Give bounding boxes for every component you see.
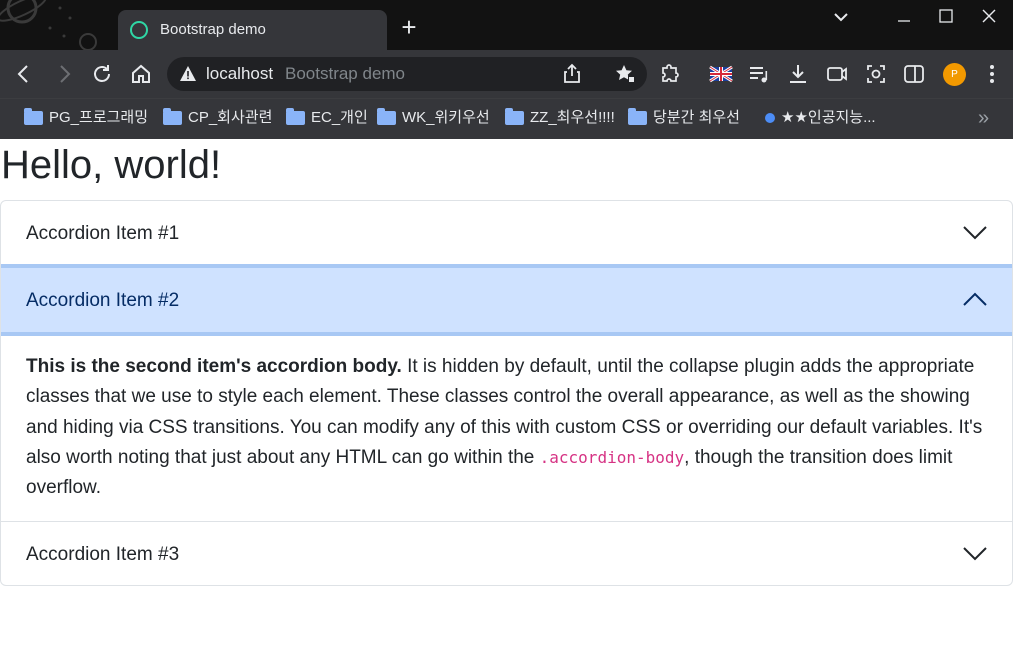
chevron-down-icon: [963, 226, 987, 240]
bookmark-folder-zz[interactable]: ZZ_최우선!!!!: [505, 108, 615, 128]
folder-icon: [286, 108, 305, 125]
minimize-icon[interactable]: [889, 4, 919, 30]
profile-avatar[interactable]: P: [943, 63, 966, 86]
more-menu-icon[interactable]: [980, 62, 1004, 86]
back-arrow-icon[interactable]: [12, 62, 36, 86]
bookmark-folder-priority[interactable]: 당분간 최우선: [628, 108, 740, 128]
site-favicon-icon: [765, 113, 775, 123]
tab-strip: Bootstrap demo +: [0, 0, 1013, 50]
bookmark-label: 당분간 최우선: [653, 109, 740, 126]
cast-media-icon[interactable]: [825, 62, 849, 86]
accordion-item-3-title: Accordion Item #3: [26, 544, 180, 566]
forward-arrow-icon[interactable]: [52, 62, 76, 86]
folder-icon: [505, 108, 524, 125]
chevron-up-icon: [963, 292, 987, 306]
media-playlist-icon[interactable]: [747, 62, 771, 86]
bookmark-link-ai[interactable]: ★★인공지능...: [765, 108, 876, 128]
planet-decoration-icon: [0, 0, 97, 50]
browser-chrome: Bootstrap demo + localhost Bootstrap dem…: [0, 0, 1013, 139]
bookmark-folder-wk[interactable]: WK_위키우선: [377, 108, 490, 128]
extensions-puzzle-icon[interactable]: [659, 62, 683, 86]
bookmark-label: ★★인공지능...: [781, 109, 876, 126]
accordion-item-1-header[interactable]: Accordion Item #1: [1, 201, 1012, 264]
accordion-item-2-header[interactable]: Accordion Item #2: [1, 264, 1012, 336]
folder-icon: [163, 108, 182, 125]
download-icon[interactable]: [786, 62, 810, 86]
accordion-item-2-title: Accordion Item #2: [26, 290, 180, 311]
new-tab-button[interactable]: +: [397, 14, 421, 40]
page-content: Hello, world! Accordion Item #1 Accordio…: [0, 139, 1013, 664]
accordion-body-code: .accordion-body: [539, 447, 685, 467]
bookmarks-bar: PG_프로그래밍 CP_회사관련 EC_개인 WK_위키우선 ZZ_최우선!!!…: [0, 98, 1013, 139]
address-bar[interactable]: localhost Bootstrap demo: [167, 57, 647, 91]
not-secure-warning-icon[interactable]: [179, 65, 197, 83]
bookmark-folder-ec[interactable]: EC_개인: [286, 108, 368, 128]
browser-toolbar: localhost Bootstrap demo P: [0, 50, 1013, 98]
tab-bootstrap-demo[interactable]: Bootstrap demo: [118, 10, 387, 50]
accordion-item-2-body: This is the second item's accordion body…: [1, 336, 1012, 521]
reload-icon[interactable]: [90, 62, 114, 86]
accordion: Accordion Item #1 Accordion Item #2 This…: [0, 200, 1013, 587]
close-window-icon[interactable]: [974, 4, 1004, 30]
share-icon[interactable]: [560, 62, 584, 86]
chevron-down-icon: [963, 547, 987, 561]
side-panel-icon[interactable]: [902, 62, 926, 86]
page-heading: Hello, world!: [1, 143, 222, 187]
tab-search-chevron-icon[interactable]: [826, 4, 856, 30]
bookmark-label: ZZ_최우선!!!!: [530, 109, 615, 126]
bookmark-folder-pg[interactable]: PG_프로그래밍: [24, 108, 148, 128]
folder-icon: [24, 108, 43, 125]
uk-flag-icon[interactable]: [709, 62, 733, 86]
bookmarks-overflow-button[interactable]: »: [978, 107, 989, 130]
folder-icon: [377, 108, 396, 125]
bookmark-label: WK_위키우선: [402, 109, 490, 126]
bookmark-label: EC_개인: [311, 109, 368, 126]
home-icon[interactable]: [129, 62, 153, 86]
address-page-title: Bootstrap demo: [285, 64, 406, 83]
bookmark-folder-cp[interactable]: CP_회사관련: [163, 108, 272, 128]
maximize-icon[interactable]: [931, 4, 961, 30]
screenshot-icon[interactable]: [864, 62, 888, 86]
folder-icon: [628, 108, 647, 125]
accordion-item-1-title: Accordion Item #1: [26, 223, 180, 244]
accordion-item-3-header[interactable]: Accordion Item #3: [1, 522, 1012, 585]
bookmark-label: CP_회사관련: [188, 109, 273, 126]
accordion-body-strong: This is the second item's accordion body…: [26, 356, 402, 377]
tab-title: Bootstrap demo: [160, 21, 266, 38]
bookmark-label: PG_프로그래밍: [49, 109, 149, 126]
bookmark-star-icon[interactable]: [613, 62, 637, 86]
address-host: localhost: [206, 64, 274, 83]
tab-favicon-icon: [130, 21, 148, 39]
